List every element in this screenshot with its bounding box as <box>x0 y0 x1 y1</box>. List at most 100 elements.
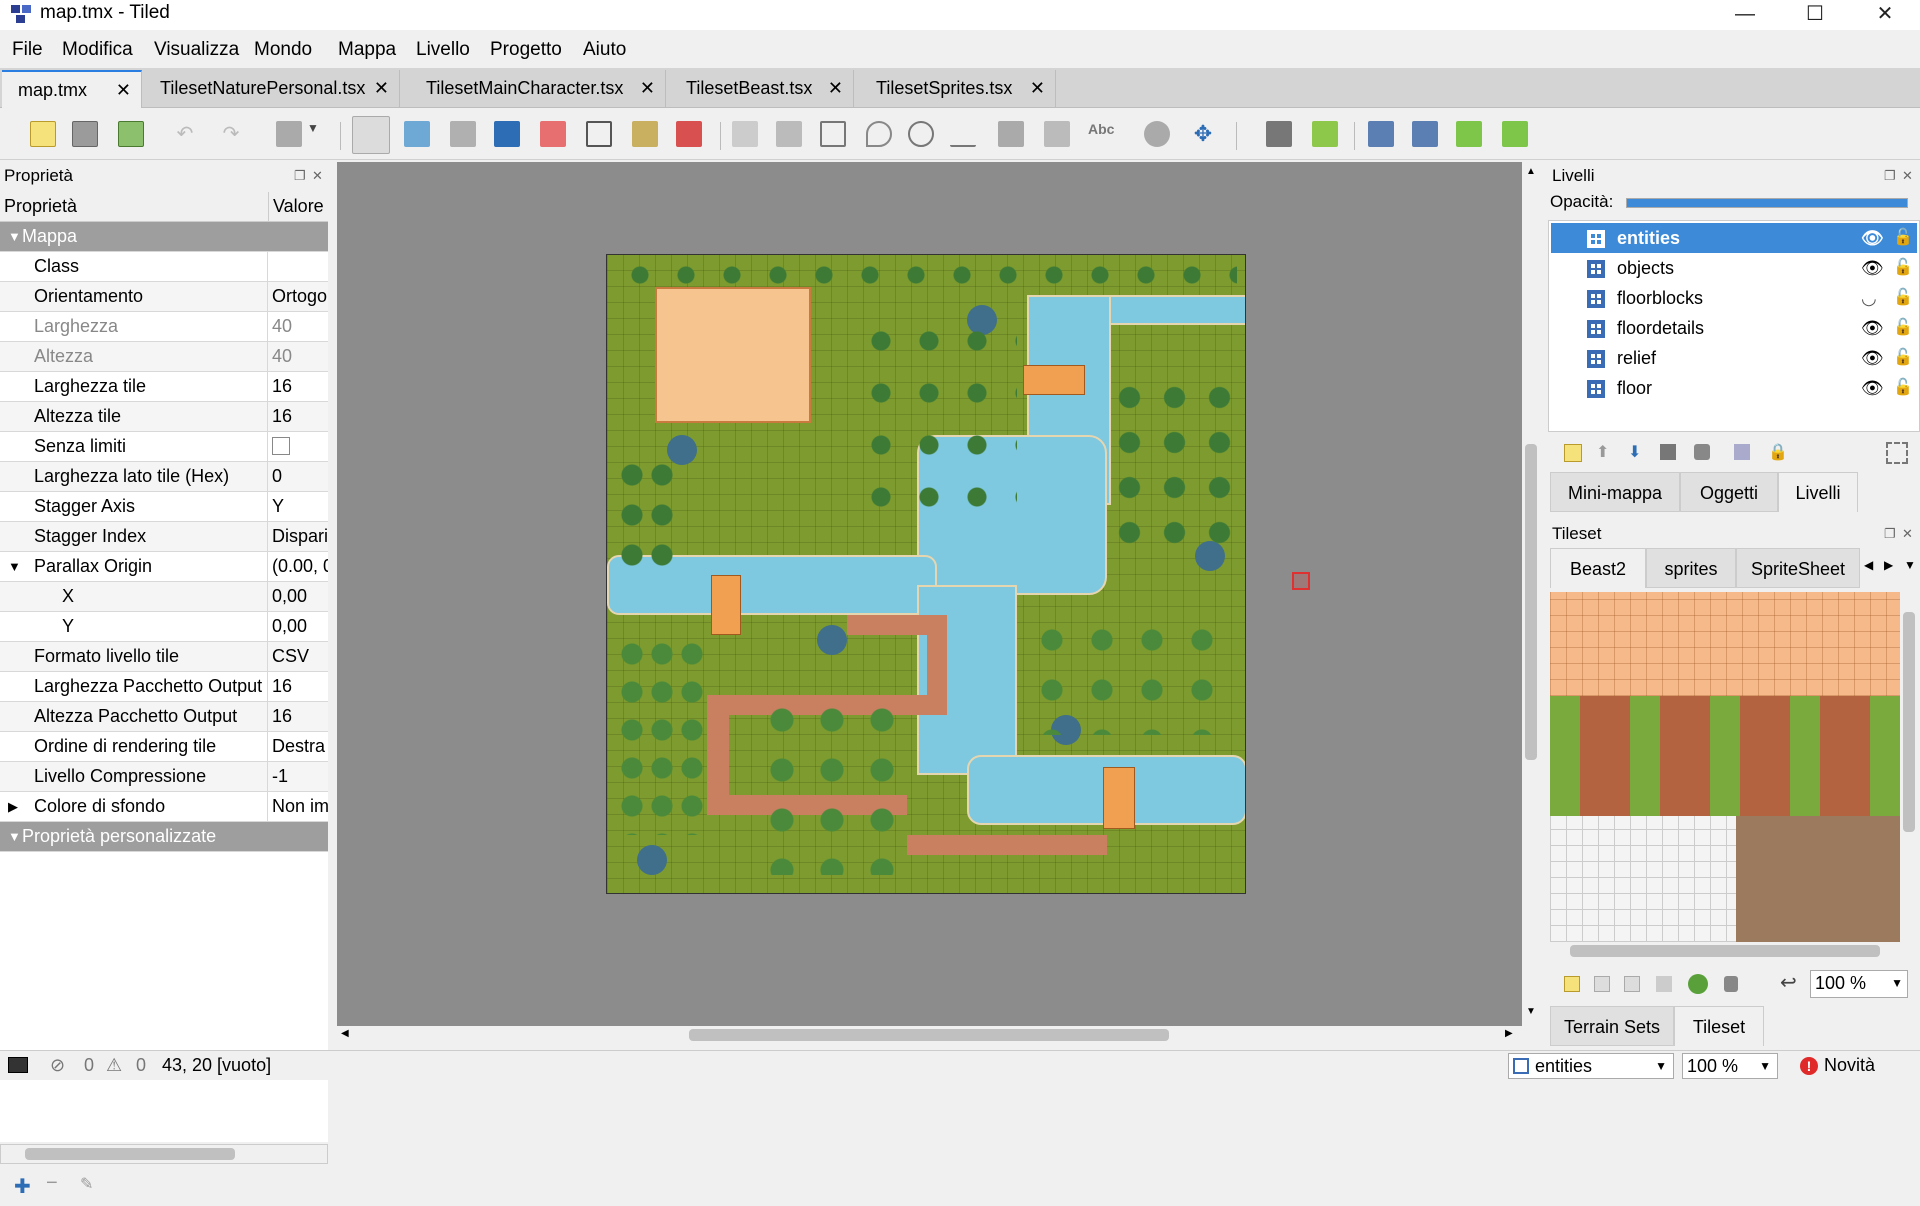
move-icon[interactable]: ✥ <box>1190 121 1216 147</box>
unlock-icon[interactable]: 🔓 <box>1893 343 1913 373</box>
console-icon[interactable] <box>8 1057 28 1073</box>
table-row[interactable]: ▶Colore di sfondoNon impostato <box>0 792 328 822</box>
minimize-button[interactable]: — <box>1710 0 1780 30</box>
close-tab-icon[interactable]: ✕ <box>116 72 131 108</box>
tabs-left-icon[interactable]: ◀ <box>1864 558 1873 572</box>
table-row[interactable]: Larghezza 40 <box>0 312 328 342</box>
random-mode-icon[interactable] <box>1266 121 1292 147</box>
chevron-down-icon[interactable]: ▼ <box>1891 971 1903 995</box>
embed-tileset-icon[interactable] <box>1594 976 1610 992</box>
chevron-down-icon[interactable]: ▼ <box>306 121 320 147</box>
new-tileset-icon[interactable] <box>1564 976 1580 992</box>
opacity-slider[interactable] <box>1626 198 1908 208</box>
table-row[interactable]: Formato livello tile CSV <box>0 642 328 672</box>
dynamic-wrapping-icon[interactable]: ↩ <box>1780 970 1797 995</box>
unlock-icon[interactable]: 🔓 <box>1893 283 1913 313</box>
undo-icon[interactable]: ↶ <box>172 121 198 147</box>
scroll-up-icon[interactable]: ▲ <box>1526 166 1536 177</box>
select-same-icon[interactable] <box>676 121 702 147</box>
eraser-icon[interactable] <box>540 121 566 147</box>
tabs-menu-icon[interactable]: ▼ <box>1904 558 1916 572</box>
properties-horizontal-scrollbar[interactable] <box>0 1144 328 1164</box>
menu-modifica[interactable]: Modifica <box>62 39 133 61</box>
tileset-zoom-select[interactable]: 100 % ▼ <box>1810 970 1908 998</box>
close-panel-icon[interactable]: ✕ <box>1902 168 1913 184</box>
table-row[interactable]: Larghezza Pacchetto Output 16 <box>0 672 328 702</box>
scroll-right-icon[interactable]: ▶ <box>1505 1028 1513 1039</box>
insert-rectangle-icon[interactable] <box>820 121 846 147</box>
close-panel-icon[interactable]: ✕ <box>312 168 323 184</box>
tileset-vertical-scrollbar[interactable] <box>1900 592 1918 942</box>
chevron-down-icon[interactable]: ▼ <box>1655 1054 1667 1078</box>
close-window-button[interactable]: ✕ <box>1850 0 1920 30</box>
edit-polygons-icon[interactable] <box>776 121 802 147</box>
insert-point-icon[interactable] <box>866 121 892 147</box>
duplicate-layer-icon[interactable] <box>1660 444 1676 460</box>
insert-ellipse-icon[interactable] <box>908 121 934 147</box>
eye-icon[interactable]: 👁 <box>1861 223 1884 253</box>
scrollbar-thumb[interactable] <box>689 1029 1169 1041</box>
tab-layers[interactable]: Livelli <box>1778 472 1858 512</box>
close-tab-icon[interactable]: ✕ <box>640 70 655 106</box>
tab-tileset-beast[interactable]: TilesetBeast.tsx ✕ <box>670 70 854 108</box>
layer-entities[interactable]: entities 👁 🔓 <box>1551 223 1917 253</box>
scrollbar-thumb[interactable] <box>1570 945 1880 957</box>
scrollbar-thumb[interactable] <box>1903 612 1915 832</box>
maximize-button[interactable]: ☐ <box>1780 0 1850 30</box>
tab-tileset-sprites[interactable]: TilesetSprites.tsx ✕ <box>860 70 1056 108</box>
caret-down-icon[interactable]: ▼ <box>8 552 21 581</box>
zoom-select[interactable]: 100 % ▼ <box>1682 1053 1778 1079</box>
flip-horizontal-icon[interactable] <box>1368 121 1394 147</box>
float-panel-icon[interactable]: ❐ <box>1884 526 1896 542</box>
selected-tile-marker[interactable] <box>1292 572 1310 590</box>
select-objects-icon[interactable] <box>732 121 758 147</box>
tab-objects[interactable]: Oggetti <box>1680 472 1778 512</box>
redo-icon[interactable]: ↷ <box>218 121 244 147</box>
tab-tileset[interactable]: Tileset <box>1674 1006 1764 1046</box>
table-row[interactable]: ▼Parallax Origin(0.00, 0.00) <box>0 552 328 582</box>
table-row[interactable]: Altezza tile 16 <box>0 402 328 432</box>
scrollbar-thumb[interactable] <box>1525 444 1537 760</box>
remove-tileset-icon[interactable] <box>1724 976 1738 992</box>
news-button[interactable]: Novità <box>1824 1055 1875 1076</box>
rename-property-icon[interactable]: ✎ <box>80 1174 93 1194</box>
merge-layer-icon[interactable] <box>1734 444 1750 460</box>
menu-aiuto[interactable]: Aiuto <box>583 39 626 61</box>
tile-map[interactable] <box>606 254 1246 894</box>
layer-relief[interactable]: relief 👁 🔓 <box>1551 343 1917 373</box>
table-row[interactable]: Stagger Index Dispari <box>0 522 328 552</box>
layer-floor[interactable]: floor 👁 🔓 <box>1551 373 1917 403</box>
new-file-icon[interactable] <box>30 121 56 147</box>
eye-icon[interactable]: 👁 <box>1861 343 1884 373</box>
delete-layer-icon[interactable] <box>1694 444 1710 460</box>
table-row[interactable]: Senza limiti <box>0 432 328 462</box>
table-row[interactable]: Class <box>0 252 328 282</box>
float-panel-icon[interactable]: ❐ <box>1884 168 1896 184</box>
stamp-brush-icon[interactable] <box>352 116 390 154</box>
layer-floordetails[interactable]: floordetails 👁 🔓 <box>1551 313 1917 343</box>
menu-visualizza[interactable]: Visualizza <box>154 39 239 61</box>
menu-progetto[interactable]: Progetto <box>490 39 562 61</box>
table-row[interactable]: Larghezza tile 16 <box>0 372 328 402</box>
tab-tileset-spritesheet[interactable]: SpriteSheet <box>1736 548 1860 588</box>
unlock-icon[interactable]: 🔓 <box>1893 373 1913 403</box>
warning-icon[interactable]: ⚠ <box>106 1055 122 1076</box>
menu-livello[interactable]: Livello <box>416 39 470 61</box>
float-panel-icon[interactable]: ❐ <box>294 168 306 184</box>
scroll-down-icon[interactable]: ▼ <box>1526 1006 1536 1017</box>
insert-text-icon[interactable]: Abc <box>1088 121 1114 147</box>
canvas-vertical-scrollbar[interactable]: ▲ ▼ <box>1522 162 1540 1026</box>
close-panel-icon[interactable]: ✕ <box>1902 526 1913 542</box>
export-tileset-icon[interactable] <box>1624 976 1640 992</box>
tab-map[interactable]: map.tmx ✕ <box>2 70 142 108</box>
table-row[interactable]: Stagger Axis Y <box>0 492 328 522</box>
flip-vertical-icon[interactable] <box>1412 121 1438 147</box>
shape-fill-icon[interactable] <box>494 121 520 147</box>
rect-select-icon[interactable] <box>586 121 612 147</box>
section-mappa[interactable]: ▼ Mappa <box>0 222 328 252</box>
table-row[interactable]: OrientamentoOrtogonale <box>0 282 328 312</box>
highlight-layer-icon[interactable] <box>1886 442 1908 464</box>
rotate-left-icon[interactable] <box>1456 121 1482 147</box>
tileset-horizontal-scrollbar[interactable] <box>1550 942 1900 960</box>
tab-tileset-sprites[interactable]: sprites <box>1646 548 1736 588</box>
